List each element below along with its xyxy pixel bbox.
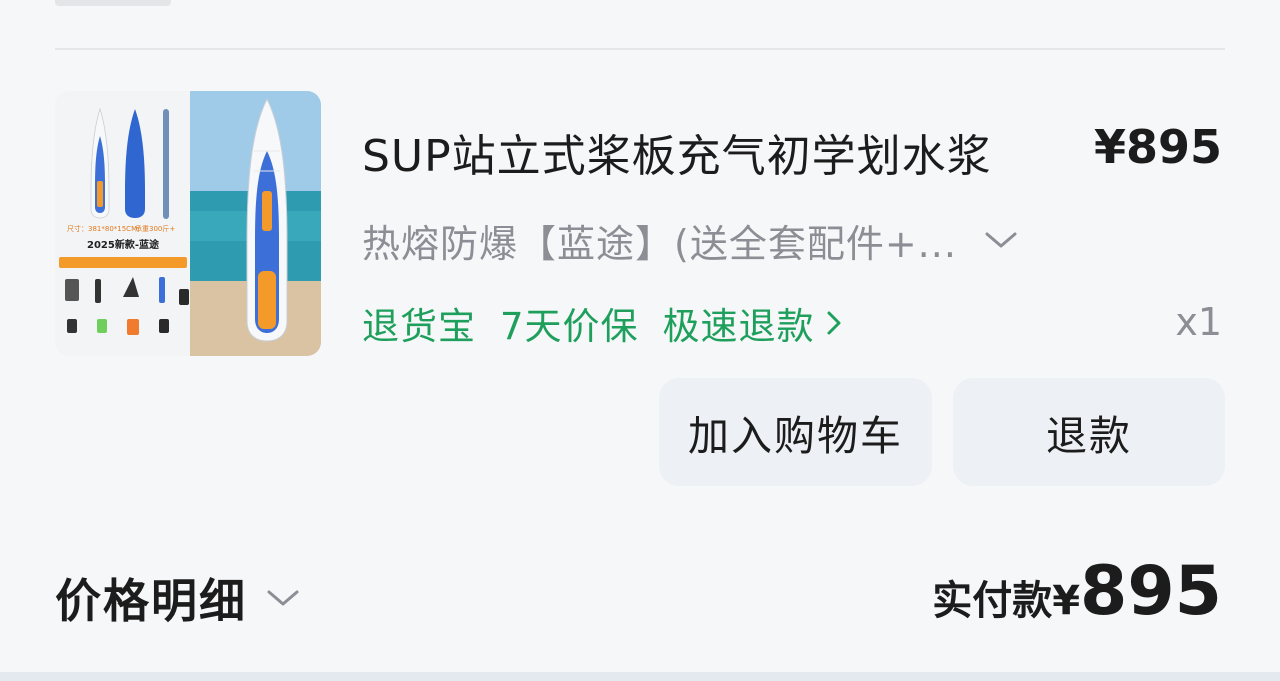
item-quantity: x1 xyxy=(1175,300,1222,344)
image-size-label: 尺寸：381*80*15CM xyxy=(67,224,137,233)
previous-item-cutoff xyxy=(0,0,1280,48)
service-tag-fast-refund: 极速退款 xyxy=(662,305,815,348)
previous-item-thumbnail xyxy=(55,0,171,6)
image-load-label: 承重300斤+ xyxy=(135,224,175,233)
service-tag-price-protection: 7天价保 xyxy=(500,305,639,348)
image-model-label: 2025新款-蓝途 xyxy=(87,238,160,251)
variant-text: 热熔防爆【蓝途】(送全套配件+... xyxy=(362,221,957,266)
paid-label: 实付款 xyxy=(932,578,1053,624)
chevron-right-icon[interactable] xyxy=(825,308,847,338)
product-title[interactable]: SUP站立式桨板充气初学划水浆 xyxy=(362,120,992,184)
service-tag-return-insurance: 退货宝 xyxy=(362,305,476,348)
add-to-cart-button[interactable]: 加入购物车 xyxy=(659,378,932,486)
refund-button[interactable]: 退款 xyxy=(953,378,1225,486)
price-detail-label: 价格明细 xyxy=(55,574,247,628)
price-detail-toggle[interactable]: 价格明细 xyxy=(55,566,301,630)
bottom-bar xyxy=(0,672,1280,681)
chevron-down-icon[interactable] xyxy=(265,580,301,616)
chevron-down-icon[interactable] xyxy=(983,222,1019,258)
divider xyxy=(55,48,1225,50)
product-image[interactable]: 尺寸：381*80*15CM 承重300斤+ 2025新款-蓝途 xyxy=(55,91,321,356)
amount-paid: 实付款 ¥ 895 xyxy=(932,552,1222,632)
variant-selector[interactable]: 热熔防爆【蓝途】(送全套配件+... xyxy=(362,212,1019,268)
service-guarantees[interactable]: 退货宝 7天价保 极速退款 xyxy=(362,296,847,350)
product-price: ¥895 xyxy=(1093,120,1222,174)
paid-amount: 895 xyxy=(1080,552,1222,631)
paid-currency: ¥ xyxy=(1052,578,1081,624)
